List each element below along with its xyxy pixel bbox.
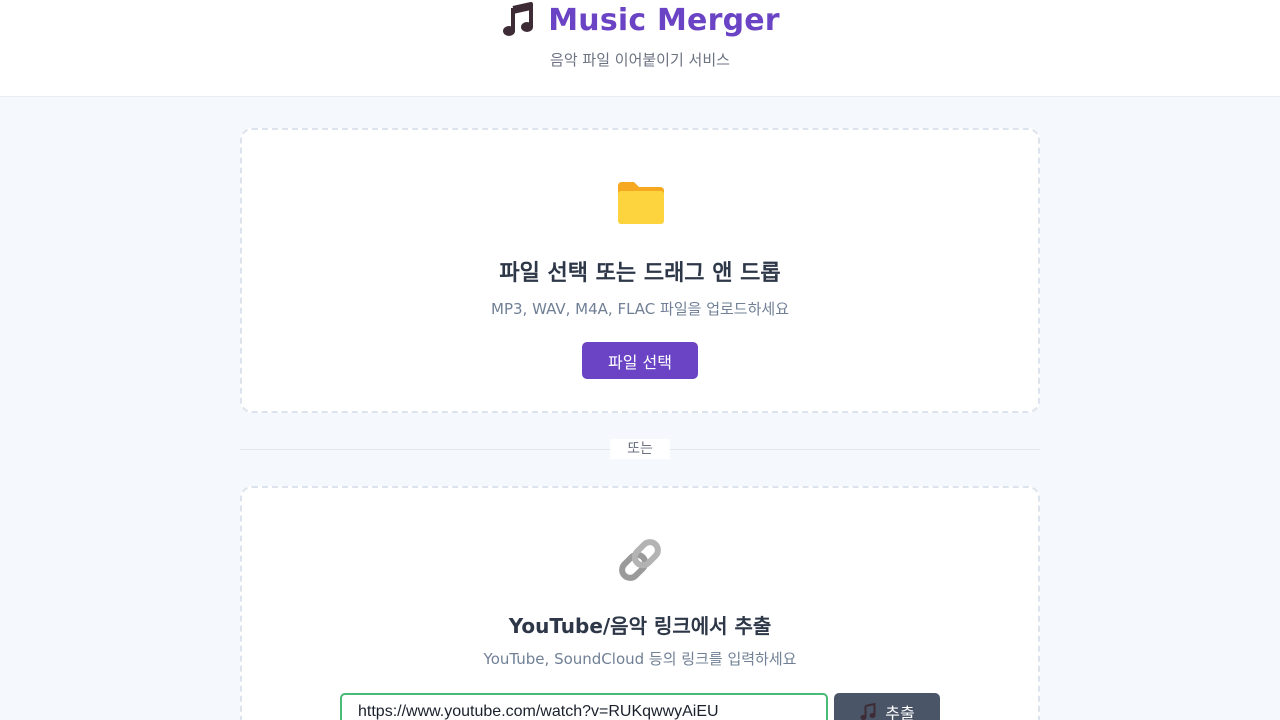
brand: Music Merger <box>0 2 1280 38</box>
upload-description: MP3, WAV, M4A, FLAC 파일을 업로드하세요 <box>491 300 789 318</box>
page-header: Music Merger 음악 파일 이어붙이기 서비스 <box>0 0 1280 97</box>
divider-label: 또는 <box>610 439 670 459</box>
music-note-icon <box>503 2 534 36</box>
extract-button[interactable]: 추출 <box>834 693 940 720</box>
app-subtitle: 음악 파일 이어붙이기 서비스 <box>550 51 730 69</box>
folder-icon <box>618 182 664 224</box>
link-description: YouTube, SoundCloud 등의 링크를 입력하세요 <box>483 650 797 668</box>
url-input[interactable] <box>340 693 828 720</box>
upload-title: 파일 선택 또는 드래그 앤 드롭 <box>499 261 781 286</box>
music-note-icon <box>860 703 876 720</box>
link-icon <box>619 539 661 581</box>
file-upload-dropzone[interactable]: 파일 선택 또는 드래그 앤 드롭 MP3, WAV, M4A, FLAC 파일… <box>240 128 1040 413</box>
app-title: Music Merger <box>548 2 780 38</box>
select-file-button[interactable]: 파일 선택 <box>582 342 698 379</box>
extract-button-label: 추출 <box>885 704 915 720</box>
link-extract-panel: YouTube/음악 링크에서 추출 YouTube, SoundCloud 등… <box>240 486 1040 720</box>
link-title: YouTube/음악 링크에서 추출 <box>508 614 772 638</box>
